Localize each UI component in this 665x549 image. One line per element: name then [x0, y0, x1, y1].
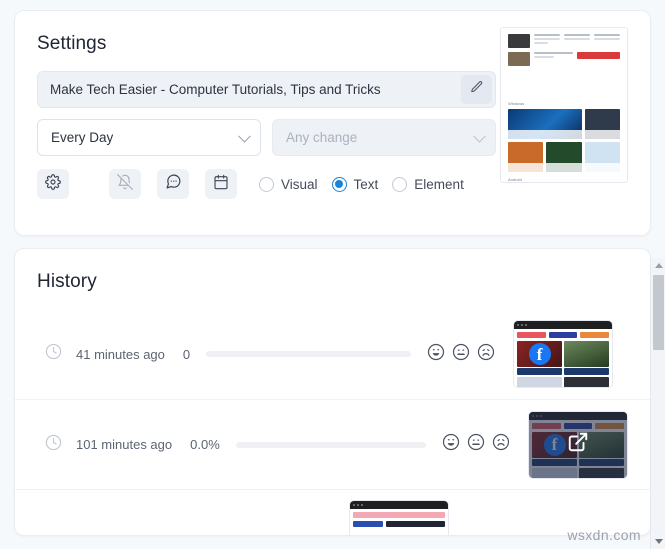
chevron-down-icon — [473, 129, 486, 143]
face-happy-icon[interactable] — [427, 343, 445, 366]
preview-section-label: Android — [508, 177, 522, 182]
history-list: 41 minutes ago 0 f 101 minutes ago 0.0% — [15, 309, 650, 535]
triangle-up-icon — [654, 263, 663, 268]
preview-text-lines — [564, 34, 590, 48]
bell-off-icon — [117, 173, 133, 195]
thumbnail-header — [517, 332, 610, 338]
frequency-select[interactable]: Every Day — [37, 119, 261, 156]
history-progress-bar — [206, 351, 412, 357]
scroll-up-arrow[interactable] — [651, 258, 665, 273]
page-preview-thumbnail[interactable]: Windows Android — [500, 27, 628, 183]
history-progress-bar — [235, 441, 426, 448]
change-type-select: Any change — [272, 119, 496, 156]
history-timestamp: 101 minutes ago — [76, 437, 173, 452]
radio-label-visual: Visual — [281, 176, 318, 192]
chat-bubble-icon — [165, 173, 182, 195]
thumbnail-cell — [517, 377, 563, 387]
preview-card — [584, 142, 620, 172]
comment-button[interactable] — [157, 169, 189, 199]
face-neutral-icon[interactable] — [467, 433, 485, 456]
face-neutral-icon[interactable] — [452, 343, 470, 366]
facebook-logo-icon: f — [528, 343, 551, 365]
thumbnail-header — [353, 512, 445, 518]
triangle-down-icon — [654, 539, 663, 544]
face-sad-icon[interactable] — [492, 433, 510, 456]
table-row[interactable] — [15, 489, 650, 535]
preview-card-grid — [508, 142, 620, 172]
history-thumbnail[interactable]: f — [528, 410, 628, 479]
preview-text-lines — [534, 52, 574, 66]
thumbnail-browser-bar — [350, 501, 448, 509]
thumbnail-header — [353, 521, 445, 527]
radio-element[interactable]: Element — [392, 176, 464, 192]
page-title-value: Make Tech Easier - Computer Tutorials, T… — [50, 82, 381, 97]
clock-icon — [45, 343, 62, 365]
scroll-down-arrow[interactable] — [651, 534, 665, 549]
schedule-button[interactable] — [205, 169, 237, 199]
notifications-off-button[interactable] — [109, 169, 141, 199]
radio-label-element: Element — [414, 176, 464, 192]
clock-icon — [45, 434, 62, 456]
radio-dot-text — [331, 176, 347, 192]
face-sad-icon[interactable] — [477, 343, 495, 366]
preview-article-row — [508, 52, 620, 66]
calendar-icon — [213, 174, 229, 195]
thumbnail-cell — [564, 377, 610, 387]
preview-text-lines — [534, 34, 560, 48]
watermark: wsxdn.com — [567, 527, 641, 543]
history-change-value: 0 — [182, 346, 191, 362]
history-title: History — [37, 271, 97, 292]
thumbnail-page — [350, 509, 448, 535]
chevron-down-icon — [238, 129, 251, 143]
preview-card-grid — [508, 109, 620, 139]
settings-gear-button[interactable] — [37, 169, 69, 199]
thumbnail-grid: f — [517, 341, 610, 375]
preview-card — [546, 142, 582, 172]
preview-spacer — [508, 70, 620, 96]
radio-visual[interactable]: Visual — [259, 176, 318, 192]
preview-card — [508, 142, 544, 172]
radio-dot-visual — [259, 176, 274, 192]
preview-article-row — [508, 34, 620, 48]
vertical-scrollbar[interactable] — [650, 258, 665, 549]
thumbnail-cell — [564, 341, 610, 375]
thumbnail-hover-overlay[interactable] — [529, 411, 627, 478]
rating-faces — [442, 433, 510, 456]
thumbnail-grid — [517, 377, 610, 387]
preview-card — [508, 109, 582, 139]
mode-radio-group: Visual Text Element — [259, 176, 464, 192]
preview-section-label: Windows — [508, 101, 525, 106]
thumbnail-page: f — [514, 329, 613, 387]
radio-text[interactable]: Text — [331, 176, 379, 192]
radio-label-text: Text — [353, 176, 379, 192]
scrollbar-thumb[interactable] — [653, 275, 664, 350]
history-change-value: 0.0% — [190, 437, 220, 452]
preview-content: Windows Android — [501, 28, 627, 182]
history-thumbnail[interactable] — [349, 500, 449, 535]
pencil-icon — [470, 80, 484, 99]
rating-faces — [427, 343, 495, 366]
edit-button[interactable] — [461, 75, 492, 104]
history-timestamp: 41 minutes ago — [76, 346, 165, 362]
preview-card — [584, 109, 620, 139]
thumbnail-browser-bar — [514, 321, 613, 329]
history-card: History 41 minutes ago 0 f 101 minutes a… — [14, 248, 651, 536]
table-row[interactable]: 41 minutes ago 0 f — [15, 309, 650, 399]
radio-dot-element — [392, 176, 408, 192]
change-type-select-value: Any change — [286, 130, 358, 145]
preview-image — [508, 34, 530, 48]
external-link-icon[interactable] — [567, 431, 589, 458]
page-title-field[interactable]: Make Tech Easier - Computer Tutorials, T… — [37, 71, 496, 108]
thumbnail-cell: f — [517, 341, 563, 375]
table-row[interactable]: 101 minutes ago 0.0% — [15, 399, 650, 489]
app-root: Settings Make Tech Easier - Computer Tut… — [0, 0, 665, 549]
preview-ad-banner — [577, 52, 620, 66]
frequency-select-value: Every Day — [51, 130, 114, 145]
preview-image — [508, 52, 530, 66]
settings-card: Settings Make Tech Easier - Computer Tut… — [14, 10, 651, 236]
preview-text-lines — [594, 34, 620, 48]
history-thumbnail[interactable]: f — [513, 320, 614, 388]
face-happy-icon[interactable] — [442, 433, 460, 456]
gear-icon — [45, 173, 61, 195]
